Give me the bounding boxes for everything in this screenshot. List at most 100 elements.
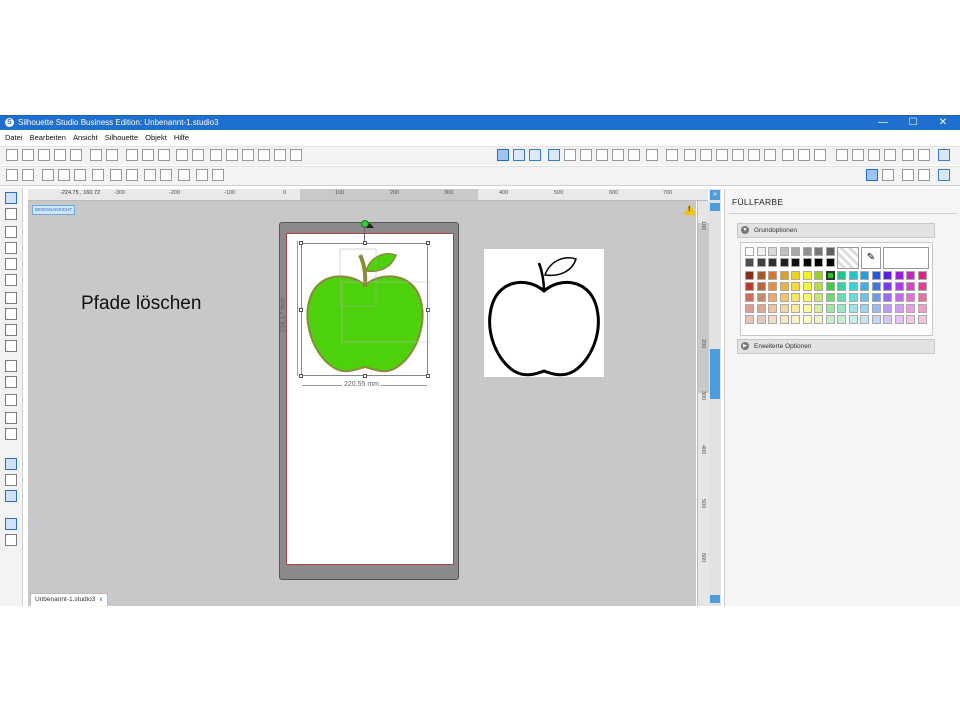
send-to-cutter-icon[interactable]	[918, 169, 930, 181]
save-icon[interactable]	[54, 149, 66, 161]
document-tab[interactable]: Unbenannt-1.studio3 x	[30, 593, 108, 606]
design-view-icon[interactable]	[866, 169, 878, 181]
copy-icon[interactable]	[126, 149, 138, 161]
color-swatch[interactable]	[768, 258, 777, 267]
open-folder-icon[interactable]	[22, 149, 34, 161]
color-swatch[interactable]	[814, 282, 823, 291]
color-swatch[interactable]	[791, 315, 800, 324]
rectangle-tool-icon[interactable]	[5, 242, 17, 254]
color-swatch[interactable]	[848, 304, 858, 313]
minimize-button[interactable]: —	[868, 116, 898, 130]
ungroup-icon[interactable]	[58, 169, 70, 181]
color-swatch[interactable]	[779, 247, 789, 256]
make-compound-icon[interactable]	[74, 169, 86, 181]
panel-scale-icon[interactable]	[716, 149, 728, 161]
send-back-icon[interactable]	[160, 169, 172, 181]
close-button[interactable]: ✕	[928, 116, 958, 130]
panel-transform-icon[interactable]	[684, 149, 696, 161]
color-swatch[interactable]	[860, 282, 869, 291]
color-swatch[interactable]	[745, 247, 754, 256]
color-swatch[interactable]	[894, 315, 904, 324]
color-swatch[interactable]	[906, 282, 915, 291]
menu-silhouette[interactable]: Silhouette	[105, 131, 138, 144]
color-swatch[interactable]	[745, 271, 754, 280]
point-edit-tool-icon[interactable]	[5, 208, 17, 220]
color-swatch[interactable]	[917, 315, 927, 324]
regular-polygon-tool-icon[interactable]	[5, 376, 17, 388]
group-icon[interactable]	[42, 169, 54, 181]
color-swatch[interactable]	[825, 247, 835, 256]
color-swatch[interactable]	[779, 304, 789, 313]
bring-front-icon[interactable]	[144, 169, 156, 181]
color-swatch[interactable]	[917, 293, 927, 302]
apple-shape[interactable]	[300, 243, 430, 378]
color-swatch[interactable]	[871, 315, 881, 324]
color-swatch[interactable]	[814, 293, 823, 302]
cut-view-icon[interactable]	[882, 169, 894, 181]
color-swatch[interactable]	[848, 271, 858, 280]
color-swatch[interactable]	[791, 271, 800, 280]
color-swatch[interactable]	[814, 258, 823, 267]
color-swatch[interactable]	[779, 293, 789, 302]
split-view-icon[interactable]	[5, 534, 17, 546]
color-swatch[interactable]	[894, 304, 904, 313]
color-swatch[interactable]	[894, 271, 904, 280]
line-tool-icon[interactable]	[5, 226, 17, 238]
panel-line-color-icon[interactable]	[596, 149, 608, 161]
color-swatch[interactable]	[745, 258, 754, 267]
color-swatch[interactable]	[791, 282, 800, 291]
color-swatch[interactable]	[756, 315, 766, 324]
print-cut-icon[interactable]	[106, 149, 118, 161]
zoom-fit-icon[interactable]	[290, 149, 302, 161]
panel-line-style-icon[interactable]	[612, 149, 624, 161]
color-swatch[interactable]	[917, 304, 927, 313]
rounded-rect-tool-icon[interactable]	[5, 258, 17, 270]
color-swatch[interactable]	[917, 282, 927, 291]
polygon-tool-icon[interactable]	[5, 292, 17, 304]
open-file-icon[interactable]	[38, 149, 50, 161]
zoom-out-icon[interactable]	[242, 149, 254, 161]
panel-layers-icon[interactable]	[836, 149, 848, 161]
color-swatch[interactable]	[883, 282, 892, 291]
color-swatch[interactable]	[779, 271, 789, 280]
color-swatch[interactable]	[768, 304, 777, 313]
new-document-icon[interactable]	[6, 149, 18, 161]
color-swatch[interactable]	[825, 293, 835, 302]
color-swatch[interactable]	[745, 282, 754, 291]
color-swatch[interactable]	[756, 258, 766, 267]
menu-ansicht[interactable]: Ansicht	[73, 131, 98, 144]
panel-rotate-icon[interactable]	[700, 149, 712, 161]
zoom-select-icon[interactable]	[258, 149, 270, 161]
color-swatch[interactable]	[860, 271, 869, 280]
knife-tool-icon[interactable]	[5, 428, 17, 440]
color-swatch[interactable]	[756, 282, 766, 291]
design-canvas[interactable]: DESIGNANSICHT ! 234.17 mm 220.55 mm Pfad…	[28, 201, 696, 606]
panel-text-icon[interactable]	[666, 149, 678, 161]
ellipse-tool-icon[interactable]	[5, 274, 17, 286]
color-swatch[interactable]	[894, 282, 904, 291]
refresh-icon[interactable]	[938, 169, 950, 181]
move-arrow-icon[interactable]	[366, 223, 374, 228]
color-swatch[interactable]	[779, 258, 789, 267]
color-swatch[interactable]	[848, 293, 858, 302]
color-swatch[interactable]	[791, 247, 800, 256]
panel-pattern-icon[interactable]	[580, 149, 592, 161]
panel-settings-icon[interactable]	[918, 149, 930, 161]
color-swatch[interactable]	[825, 282, 835, 291]
redo-icon[interactable]	[192, 149, 204, 161]
color-swatch[interactable]	[745, 304, 754, 313]
panel-gradient-icon[interactable]	[564, 149, 576, 161]
scroll-up-icon[interactable]	[710, 203, 720, 211]
color-swatch[interactable]	[814, 304, 823, 313]
color-swatch[interactable]	[756, 293, 766, 302]
color-swatch[interactable]	[883, 315, 892, 324]
delete-icon[interactable]	[126, 169, 138, 181]
color-swatch[interactable]	[871, 282, 881, 291]
panel-replicate-icon[interactable]	[782, 149, 794, 161]
color-swatch[interactable]	[871, 304, 881, 313]
color-swatch[interactable]	[768, 271, 777, 280]
color-swatch[interactable]	[825, 315, 835, 324]
eyedropper-icon[interactable]: ✎	[861, 247, 881, 269]
color-swatch[interactable]	[791, 258, 800, 267]
color-swatch[interactable]	[814, 315, 823, 324]
